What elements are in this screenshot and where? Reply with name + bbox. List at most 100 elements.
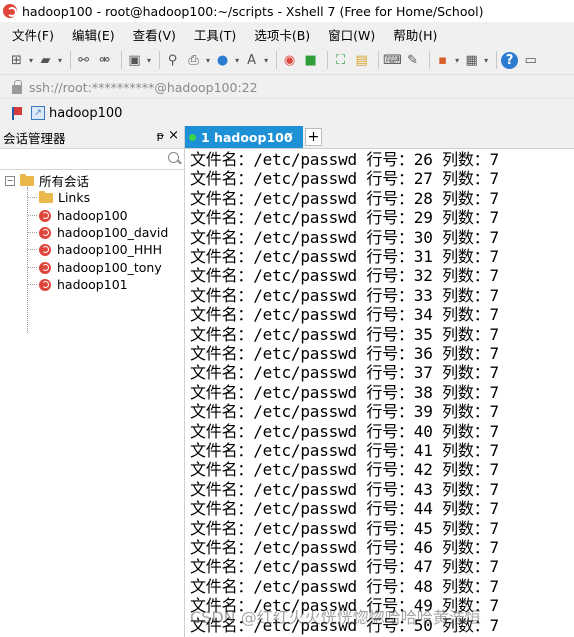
- help-icon[interactable]: ?: [501, 51, 519, 69]
- tree-item-session[interactable]: hadoop100_tony: [39, 259, 162, 276]
- terminal-line: 文件名：/etc/passwd 行号：31 列数：7: [190, 247, 499, 266]
- tree-item-session[interactable]: hadoop100_HHH: [39, 241, 162, 258]
- watermark: CSDN @红红火火恍恍惚惚哈哈哈黄浩恒: [190, 608, 481, 627]
- search-icon[interactable]: [168, 152, 179, 163]
- print-dropdown-icon[interactable]: ▾: [206, 56, 210, 65]
- links-bar: ↗ hadoop100: [0, 98, 574, 127]
- terminal-line: 文件名：/etc/passwd 行号：43 列数：7: [190, 479, 499, 499]
- terminal-line: 文件名：/etc/passwd 行号：28 列数：7: [190, 188, 499, 208]
- tree-item-links[interactable]: Links: [39, 189, 90, 206]
- add-dropdown-icon[interactable]: ▾: [455, 56, 459, 65]
- new-session-icon[interactable]: ⊞: [8, 52, 25, 69]
- tree-item-label: hadoop100_david: [57, 225, 169, 240]
- lock-toolbar-icon[interactable]: ▤: [353, 52, 370, 69]
- properties-dropdown-icon[interactable]: ▾: [147, 56, 151, 65]
- xshell-logo-icon: [3, 4, 17, 18]
- tree-guide-line: [28, 197, 37, 198]
- terminal-line: 文件名：/etc/passwd 行号：26 列数：7: [190, 150, 499, 169]
- fullscreen-icon[interactable]: ⛶: [332, 52, 349, 69]
- flag-icon[interactable]: [12, 106, 25, 120]
- properties-icon[interactable]: ▣: [126, 52, 143, 69]
- menu-help[interactable]: 帮助(H): [381, 25, 443, 44]
- session-icon: [39, 209, 51, 222]
- font-icon[interactable]: A: [243, 52, 260, 69]
- tree-guide-line: [28, 284, 37, 285]
- tab-hadoop100[interactable]: 1 hadoop100 ×: [185, 126, 303, 148]
- print-icon[interactable]: ⎙: [185, 52, 202, 69]
- menu-file[interactable]: 文件(F): [0, 25, 60, 44]
- terminal-line: 文件名：/etc/passwd 行号：39 列数：7: [190, 402, 499, 422]
- toolbar-divider: [378, 51, 380, 69]
- terminal-line: 文件名：/etc/passwd 行号：41 列数：7: [190, 441, 499, 460]
- keyboard-icon[interactable]: ⌨: [383, 52, 402, 69]
- terminal-line: 文件名：/etc/passwd 行号：36 列数：7: [190, 344, 499, 363]
- toolbar-divider: [327, 51, 329, 69]
- terminal-line: 文件名：/etc/passwd 行号：40 列数：7: [190, 421, 499, 441]
- open-folder-icon[interactable]: ▰: [37, 52, 54, 69]
- tree-item-label: hadoop100_tony: [57, 260, 162, 275]
- tree-item-session[interactable]: hadoop101: [39, 276, 128, 293]
- folder-icon: [20, 173, 34, 186]
- menu-edit[interactable]: 编辑(E): [60, 25, 121, 44]
- shortcut-icon: ↗: [31, 106, 45, 120]
- pin-icon[interactable]: ᵽ: [157, 129, 164, 142]
- terminal-line: 文件名：/etc/passwd 行号：47 列数：7: [190, 557, 499, 577]
- more-icon[interactable]: ▭: [522, 52, 539, 69]
- toolbar: ⊞ ▾ ▰ ▾ ⚯ ⚮ ▣ ▾ ⚲ ⎙ ▾ ● ▾ A ▾ ◉ ■ ⛶ ▤ ⌨ ✎ ▪ ▾ ▦…: [0, 46, 574, 74]
- terminal-line: 文件名：/etc/passwd 行号：37 列数：7: [190, 363, 499, 383]
- tree-guide-line: [27, 187, 28, 333]
- session-manager-title: 会话管理器: [3, 130, 66, 146]
- terminal-line: 文件名：/etc/passwd 行号：45 列数：7: [190, 518, 499, 538]
- toolbar-divider: [159, 51, 161, 69]
- link-hadoop100[interactable]: hadoop100: [49, 106, 122, 121]
- tree-guide-line: [28, 249, 37, 250]
- tree-item-label: hadoop100_HHH: [57, 242, 163, 257]
- collapse-icon[interactable]: −: [5, 175, 15, 186]
- title-bar: hadoop100 - root@hadoop100:~/scripts - X…: [0, 0, 574, 22]
- menu-tabs[interactable]: 选项卡(B): [242, 25, 316, 44]
- folder-icon: [39, 190, 53, 203]
- globe-icon[interactable]: ●: [214, 52, 231, 69]
- toolbar-divider: [70, 51, 72, 69]
- tree-root-all-sessions[interactable]: − 所有会话: [5, 172, 89, 189]
- session-search-input[interactable]: [0, 148, 184, 170]
- tab-close-icon[interactable]: ×: [285, 129, 294, 142]
- session-icon: [39, 226, 51, 239]
- terminal-line: 文件名：/etc/passwd 行号：48 列数：7: [190, 576, 499, 596]
- tree-item-label: Links: [58, 190, 91, 205]
- xftp-icon[interactable]: ■: [302, 52, 319, 69]
- terminal-line: 文件名：/etc/passwd 行号：35 列数：7: [190, 324, 499, 344]
- find-icon[interactable]: ⚲: [164, 52, 181, 69]
- connect-icon[interactable]: ⚯: [75, 52, 92, 69]
- new-tab-button[interactable]: +: [305, 128, 322, 146]
- globe-dropdown-icon[interactable]: ▾: [235, 56, 239, 65]
- tree-item-label: hadoop100: [57, 208, 128, 223]
- menu-tools[interactable]: 工具(T): [182, 25, 242, 44]
- close-icon[interactable]: ×: [168, 128, 179, 143]
- session-manager-panel: 会话管理器 ᵽ × − 所有会话 Links hadoop100 hadoop1…: [0, 126, 185, 637]
- session-icon: [39, 261, 51, 274]
- terminal-line: 文件名：/etc/passwd 行号：30 列数：7: [190, 227, 499, 247]
- terminal-line: 文件名：/etc/passwd 行号：42 列数：7: [190, 460, 499, 480]
- terminal-line: 文件名：/etc/passwd 行号：27 列数：7: [190, 169, 499, 189]
- menu-window[interactable]: 窗口(W): [316, 25, 381, 44]
- new-session-dropdown-icon[interactable]: ▾: [29, 56, 33, 65]
- menu-view[interactable]: 查看(V): [121, 25, 182, 44]
- layout-dropdown-icon[interactable]: ▾: [484, 56, 488, 65]
- toolbar-divider: [276, 51, 278, 69]
- tree-item-session[interactable]: hadoop100_david: [39, 224, 168, 241]
- terminal-output[interactable]: 文件名：/etc/passwd 行号：26 列数：7 文件名：/etc/passw…: [185, 149, 574, 637]
- add-icon[interactable]: ▪: [434, 52, 451, 69]
- terminal-line: 文件名：/etc/passwd 行号：46 列数：7: [190, 538, 499, 557]
- tree-item-session[interactable]: hadoop100: [39, 207, 128, 224]
- font-dropdown-icon[interactable]: ▾: [264, 56, 268, 65]
- address-bar[interactable]: ssh://root:**********@hadoop100:22: [0, 74, 574, 99]
- session-icon: [39, 278, 51, 291]
- open-dropdown-icon[interactable]: ▾: [58, 56, 62, 65]
- xshell-icon[interactable]: ◉: [281, 52, 298, 69]
- compose-icon[interactable]: ✎: [404, 52, 421, 69]
- disconnect-icon[interactable]: ⚮: [96, 52, 113, 69]
- terminal-line: 文件名：/etc/passwd 行号：33 列数：7: [190, 285, 499, 305]
- tree-guide-line: [28, 215, 37, 216]
- layout-icon[interactable]: ▦: [463, 52, 480, 69]
